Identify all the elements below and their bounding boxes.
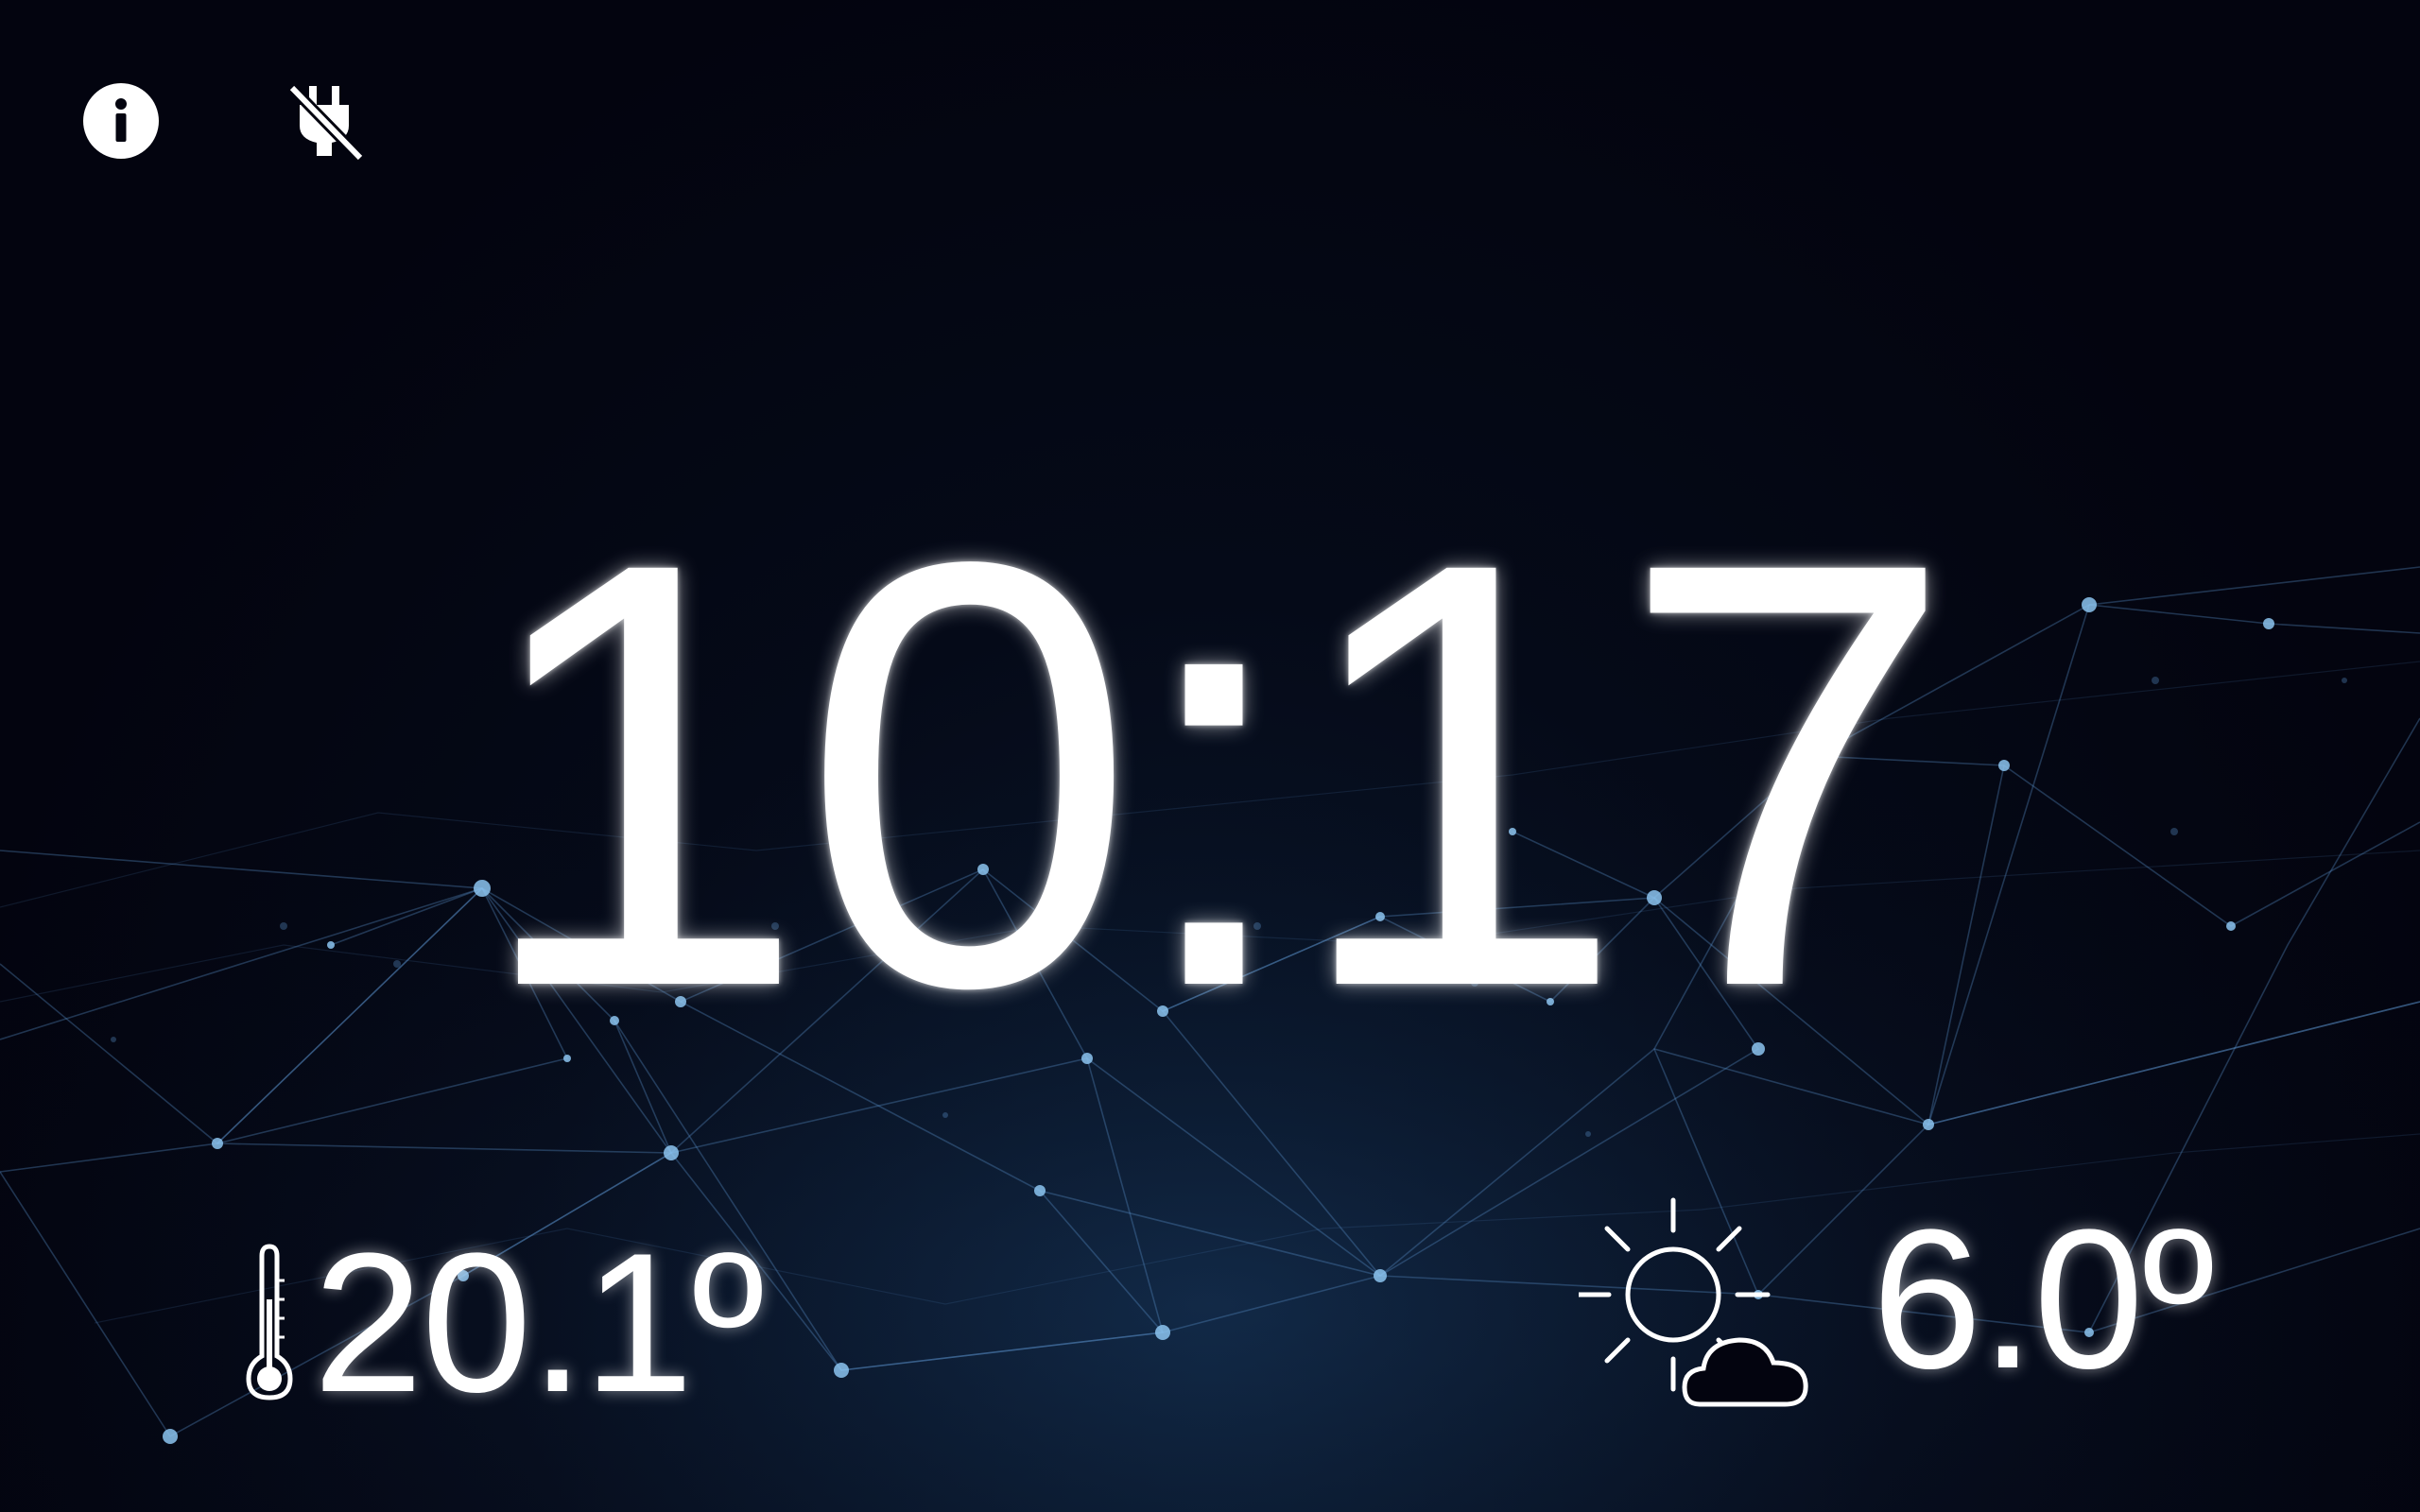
charging-status-button[interactable] xyxy=(280,76,371,166)
outdoor-temperature: 6.0º xyxy=(1579,1188,2215,1418)
indoor-temperature-value: 20.1º xyxy=(313,1211,764,1434)
clock-time: 10:17 xyxy=(472,437,1956,1112)
partly-cloudy-icon xyxy=(1579,1197,1808,1407)
power-plug-off-icon xyxy=(287,83,365,163)
outdoor-temperature-value: 6.0º xyxy=(1872,1188,2215,1410)
info-button[interactable] xyxy=(76,76,166,166)
thermometer-icon xyxy=(246,1244,293,1400)
info-icon xyxy=(83,83,159,159)
indoor-temperature: 20.1º xyxy=(241,1211,764,1434)
screensaver-screen: 10:17 20.1º 6.0º xyxy=(0,0,2420,1512)
